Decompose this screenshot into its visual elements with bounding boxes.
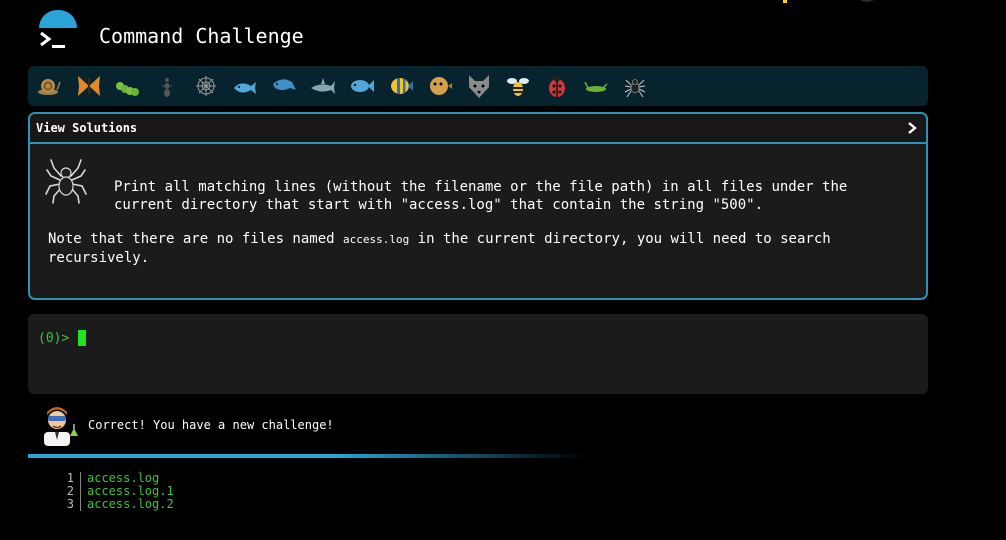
chevron-right-icon: [908, 122, 917, 134]
line-number: 3: [56, 498, 81, 511]
top-decoration-yellow: [783, 0, 787, 3]
blowfish-icon[interactable]: [424, 70, 456, 102]
command-output: 1 access.log 2 access.log.1 3 access.log…: [56, 472, 174, 511]
view-solutions-toggle[interactable]: View Solutions: [30, 114, 926, 144]
feedback-message: Correct! You have a new challenge!: [88, 418, 334, 432]
view-solutions-label: View Solutions: [36, 121, 138, 135]
challenge-note: Note that there are no files named acces…: [48, 230, 898, 267]
divider-progress-line: [28, 454, 588, 458]
tropical-fish-icon[interactable]: [385, 70, 417, 102]
spider-icon: [45, 159, 87, 204]
bee-icon[interactable]: [502, 70, 534, 102]
shark-icon[interactable]: [307, 70, 339, 102]
output-row: 3 access.log.2: [56, 498, 174, 511]
butterfly-icon[interactable]: [73, 70, 105, 102]
ant-icon[interactable]: [151, 70, 183, 102]
terminal-logo-icon[interactable]: [34, 10, 80, 56]
terminal-cursor: [78, 330, 86, 346]
terminal-prompt: (0)>: [38, 331, 70, 346]
challenge-panel: View Solutions Print all matching lines …: [28, 112, 928, 300]
wolf-icon[interactable]: [463, 70, 495, 102]
note-prefix: Note that there are no files named: [48, 231, 344, 247]
header: Command Challenge: [34, 10, 454, 62]
spider-icon[interactable]: [619, 70, 651, 102]
note-code: access.log: [343, 233, 410, 246]
output-line: access.log.2: [87, 497, 174, 511]
snail-icon[interactable]: [34, 70, 66, 102]
dolphin-icon[interactable]: [268, 70, 300, 102]
app-title: Command Challenge: [99, 24, 304, 48]
animal-challenge-bar: [28, 66, 928, 106]
spider-web-icon[interactable]: [190, 70, 222, 102]
challenge-description: Print all matching lines (without the fi…: [114, 179, 848, 213]
scientist-avatar-icon: [44, 407, 78, 446]
top-decoration-circle: [855, 0, 879, 2]
ladybug-icon[interactable]: [541, 70, 573, 102]
caterpillar-icon[interactable]: [112, 70, 144, 102]
fish-icon[interactable]: [346, 70, 378, 102]
whale-icon[interactable]: [229, 70, 261, 102]
cricket-icon[interactable]: [580, 70, 612, 102]
terminal-input-area[interactable]: (0)>: [28, 314, 928, 394]
